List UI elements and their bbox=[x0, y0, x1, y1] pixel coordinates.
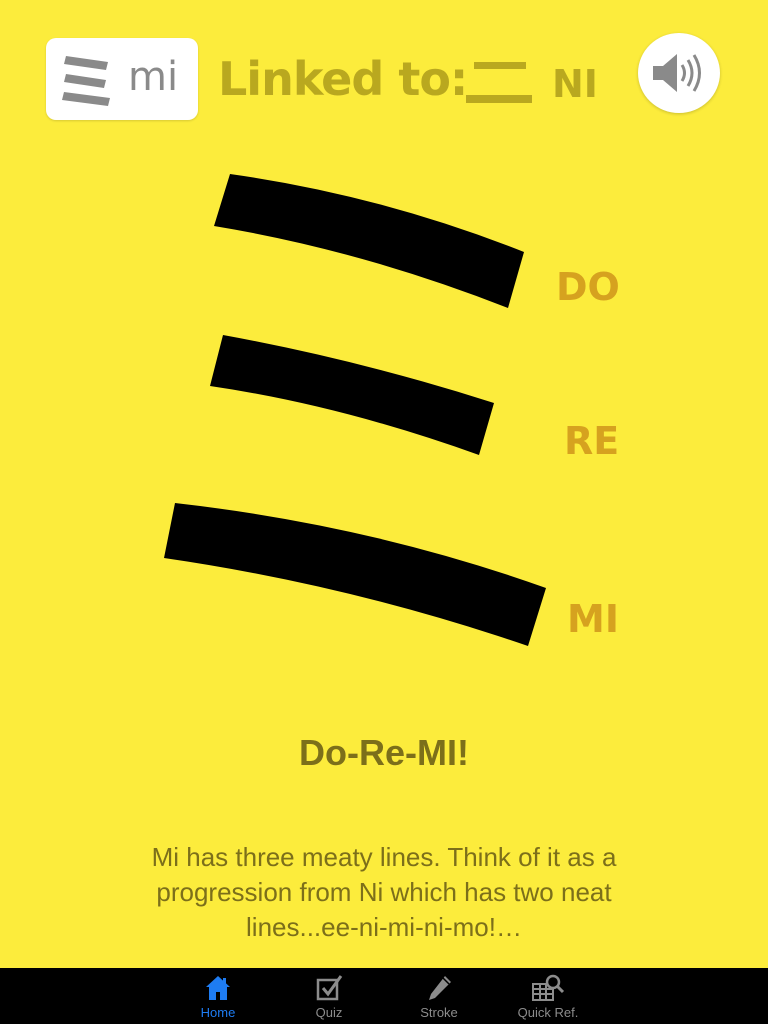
tab-quiz-label: Quiz bbox=[315, 1005, 343, 1020]
kana-mi-strokes bbox=[164, 174, 546, 646]
mnemonic-headline: Do-Re-MI! bbox=[299, 732, 469, 773]
tab-quick-ref-label: Quick Ref. bbox=[517, 1005, 579, 1020]
stroke-2 bbox=[210, 335, 494, 455]
tab-stroke-label: Stroke bbox=[420, 1005, 458, 1020]
tab-home-label: Home bbox=[200, 1005, 236, 1020]
tab-bar: Home Quiz Stroke Quick Ref. bbox=[0, 968, 768, 1024]
stroke-label-mi: MI bbox=[567, 597, 619, 641]
stroke-3 bbox=[164, 503, 546, 646]
tab-quick-ref[interactable]: Quick Ref. bbox=[503, 968, 593, 1024]
checkbox-icon bbox=[316, 975, 343, 1001]
stroke-1 bbox=[214, 174, 524, 308]
mnemonic-text: Mi has three meaty lines. Think of it as… bbox=[151, 842, 617, 942]
tab-quiz[interactable]: Quiz bbox=[284, 968, 374, 1024]
tab-home[interactable]: Home bbox=[173, 968, 263, 1024]
home-icon bbox=[206, 976, 230, 1000]
stroke-label-re: RE bbox=[564, 419, 620, 463]
pencil-icon bbox=[429, 976, 451, 1000]
stroke-label-do: DO bbox=[556, 265, 620, 309]
tab-stroke[interactable]: Stroke bbox=[394, 968, 484, 1024]
grid-search-icon bbox=[532, 974, 565, 1001]
